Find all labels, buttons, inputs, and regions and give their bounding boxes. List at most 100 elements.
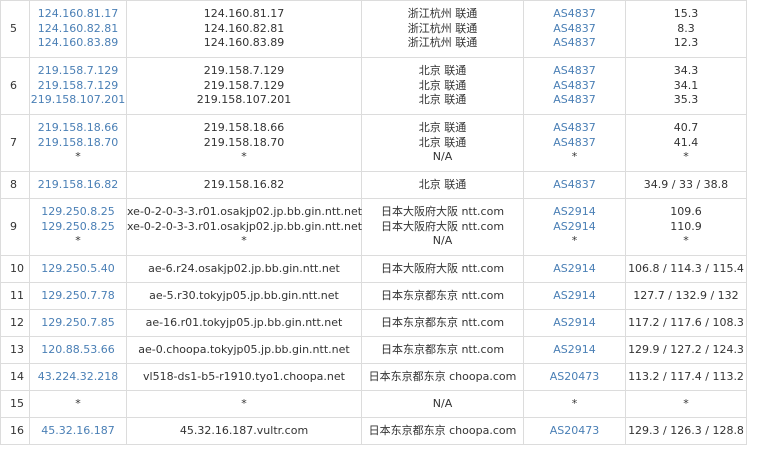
asn-link[interactable]: AS4837 [524, 22, 625, 37]
empty-marker: * [683, 150, 689, 164]
asn-link[interactable]: AS4837 [524, 36, 625, 51]
ip-link[interactable]: 219.158.18.66 [30, 121, 126, 136]
ip-link[interactable]: 219.158.7.129 [30, 79, 126, 94]
empty-marker: * [683, 396, 689, 410]
location-text: 日本大阪府大阪 ntt.com [380, 205, 505, 219]
latency-text: 117.2 / 117.6 / 108.3 [628, 315, 744, 329]
latency-cell: 117.2 / 117.6 / 108.3 [625, 309, 747, 337]
asn-link[interactable]: AS4837 [524, 7, 625, 22]
hostname-text: 219.158.18.70 [203, 135, 285, 149]
asn-link[interactable]: AS20473 [524, 370, 625, 385]
ip-cell: 120.88.53.66 [29, 336, 127, 364]
ip-link[interactable]: 129.250.7.78 [30, 289, 126, 304]
location-text: 日本东京都东京 ntt.com [380, 288, 505, 302]
hostname-cell: 219.158.7.129 219.158.7.129 219.158.107.20… [126, 57, 362, 115]
latency-text: 15.3 [673, 7, 699, 21]
ip-link[interactable]: 129.250.7.85 [30, 316, 126, 331]
latency-cell: 40.7 41.4 * [625, 114, 747, 172]
asn-cell: AS2914 AS2914 * [523, 198, 626, 256]
ip-link[interactable]: 129.250.8.25 [30, 205, 126, 220]
asn-link[interactable]: AS2914 [524, 220, 625, 235]
ip-cell: 129.250.7.78 [29, 282, 127, 310]
ip-link[interactable]: 124.160.82.81 [30, 22, 126, 37]
hostname-cell: * [126, 390, 362, 418]
asn-cell: AS20473 [523, 417, 626, 445]
asn-link[interactable]: AS20473 [524, 424, 625, 439]
hostname-text: vl518-ds1-b5-r1910.tyo1.choopa.net [143, 369, 345, 383]
asn-cell: AS2914 [523, 336, 626, 364]
ip-link[interactable]: 45.32.16.187 [30, 424, 126, 439]
hostname-cell: ae-6.r24.osakjp02.jp.bb.gin.ntt.net [126, 255, 362, 283]
ip-link[interactable]: 124.160.81.17 [30, 7, 126, 22]
ip-link[interactable]: 120.88.53.66 [30, 343, 126, 358]
asn-link[interactable]: AS4837 [524, 178, 625, 193]
latency-cell: 34.9 / 33 / 38.8 [625, 171, 747, 199]
asn-link[interactable]: AS2914 [524, 343, 625, 358]
latency-text: 127.7 / 132.9 / 132 [633, 288, 739, 302]
location-text: 日本东京都东京 ntt.com [380, 315, 505, 329]
asn-link[interactable]: AS4837 [524, 79, 625, 94]
asn-link[interactable]: AS4837 [524, 64, 625, 79]
hostname-text: 219.158.7.129 [203, 78, 285, 92]
location-text: 北京 联通 [418, 135, 467, 149]
hostname-text: 219.158.18.66 [203, 121, 285, 135]
hostname-text: 45.32.16.187.vultr.com [179, 423, 309, 437]
latency-text: 12.3 [673, 36, 699, 50]
latency-text: 40.7 [673, 121, 699, 135]
latency-text: 41.4 [673, 135, 699, 149]
asn-link[interactable]: AS4837 [524, 93, 625, 108]
empty-marker: * [75, 234, 81, 248]
ip-link[interactable]: 129.250.5.40 [30, 262, 126, 277]
latency-text: 34.3 [673, 64, 699, 78]
location-text: 北京 联通 [418, 121, 467, 135]
asn-cell: AS2914 [523, 309, 626, 337]
ip-cell: 219.158.18.66 219.158.18.70 * [29, 114, 127, 172]
latency-text: 34.1 [673, 78, 699, 92]
ip-link[interactable]: 43.224.32.218 [30, 370, 126, 385]
location-text: 日本东京都东京 choopa.com [368, 369, 517, 383]
location-text: 北京 联通 [418, 64, 467, 78]
ip-cell: * [29, 390, 127, 418]
asn-cell: AS4837 AS4837 AS4837 [523, 57, 626, 115]
ip-link[interactable]: 219.158.18.70 [30, 136, 126, 151]
hostname-cell: ae-5.r30.tokyjp05.jp.bb.gin.ntt.net [126, 282, 362, 310]
ip-link[interactable]: 124.160.83.89 [30, 36, 126, 51]
table-row: 7 219.158.18.66 219.158.18.70 * 219.158.18.6… [0, 114, 747, 172]
hop-number: 11 [0, 282, 30, 310]
latency-text: 113.2 / 117.4 / 113.2 [628, 369, 744, 383]
table-row: 9 129.250.8.25 129.250.8.25 * xe-0-2-0-3-3.r… [0, 198, 747, 256]
location-cell: 日本东京都东京 ntt.com [361, 309, 524, 337]
asn-link[interactable]: AS2914 [524, 205, 625, 220]
ip-link[interactable]: 219.158.107.201 [30, 93, 126, 108]
hop-number: 6 [0, 57, 30, 115]
ip-link[interactable]: 129.250.8.25 [30, 220, 126, 235]
table-row: 10 129.250.5.40 ae-6.r24.osakjp02.jp.bb.gi… [0, 255, 747, 283]
ip-link[interactable]: 219.158.7.129 [30, 64, 126, 79]
asn-link[interactable]: AS4837 [524, 136, 625, 151]
asn-cell: AS2914 [523, 255, 626, 283]
location-cell: 日本东京都东京 choopa.com [361, 417, 524, 445]
location-text: 日本大阪府大阪 ntt.com [380, 261, 505, 275]
ip-cell: 129.250.5.40 [29, 255, 127, 283]
asn-link[interactable]: AS2914 [524, 316, 625, 331]
ip-link[interactable]: 219.158.16.82 [30, 178, 126, 193]
ip-cell: 129.250.7.85 [29, 309, 127, 337]
location-text: N/A [432, 234, 453, 248]
latency-text: 129.3 / 126.3 / 128.8 [628, 423, 744, 437]
hostname-cell: ae-16.r01.tokyjp05.jp.bb.gin.ntt.net [126, 309, 362, 337]
location-cell: N/A [361, 390, 524, 418]
table-row: 8 219.158.16.82 219.158.16.82 北京 联通 AS4837 34… [0, 171, 747, 199]
asn-link[interactable]: AS4837 [524, 121, 625, 136]
empty-marker: * [241, 150, 247, 164]
location-text: 浙江杭州 联通 [407, 21, 478, 35]
hostname-cell: 45.32.16.187.vultr.com [126, 417, 362, 445]
location-cell: 北京 联通 北京 联通 北京 联通 [361, 57, 524, 115]
table-row: 12 129.250.7.85 ae-16.r01.tokyjp05.jp.bb.g… [0, 309, 747, 337]
asn-link[interactable]: AS2914 [524, 289, 625, 304]
asn-cell: AS4837 [523, 171, 626, 199]
asn-link[interactable]: AS2914 [524, 262, 625, 277]
empty-marker: * [75, 150, 81, 164]
asn-cell: AS4837 AS4837 AS4837 [523, 0, 626, 58]
empty-marker: * [241, 234, 247, 248]
hop-number: 16 [0, 417, 30, 445]
